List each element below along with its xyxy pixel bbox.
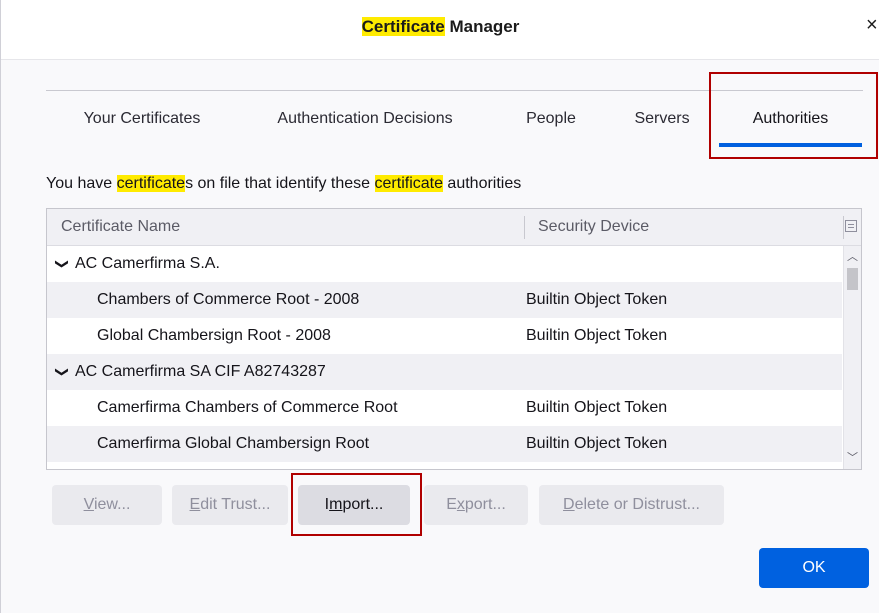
tab-authentication-decisions[interactable]: Authentication Decisions [259,91,471,144]
group-label: AC Camerfirma SA CIF A82743287 [75,363,326,380]
export-button[interactable]: Export... [424,485,528,525]
edit-trust-button[interactable]: Edit Trust... [172,485,288,525]
column-header-security-device[interactable]: Security Device [538,218,649,236]
group-label: AC Camerfirma S.A. [75,255,220,272]
column-divider[interactable] [524,216,525,239]
tree-child-row[interactable]: Global Chambersign Root - 2008 Builtin O… [47,318,842,354]
scroll-up-icon[interactable]: ︿ [844,248,861,266]
tree-header: Certificate Name Security Device [47,209,861,246]
column-divider[interactable] [843,216,844,239]
tree-child-row[interactable]: Camerfirma Global Chambersign Root Built… [47,426,842,462]
scroll-down-icon[interactable]: ﹀ [844,449,861,467]
tree-child-row[interactable]: Camerfirma Chambers of Commerce Root Bui… [47,390,842,426]
certificate-tree[interactable]: Certificate Name Security Device ❯ AC Cam… [46,208,862,470]
certificate-name: Camerfirma Chambers of Commerce Root [97,399,398,416]
description-highlight: certificate [116,175,186,192]
certificate-manager-dialog: Certificate Manager × Your Certificates … [0,0,879,613]
title-bar: Certificate Manager × [1,0,879,60]
tab-people[interactable]: People [520,91,582,144]
delete-or-distrust-button[interactable]: Delete or Distrust... [539,485,724,525]
description-part: You have [46,175,117,192]
tab-servers[interactable]: Servers [629,91,695,144]
close-icon[interactable]: × [866,14,879,36]
tab-your-certificates[interactable]: Your Certificates [73,91,211,144]
button-label: elete or Distrust... [574,496,700,513]
mnemonic: x [456,496,465,513]
button-label: iew... [93,496,131,513]
security-device: Builtin Object Token [526,291,668,308]
certificate-name: Global Chambersign Root - 2008 [97,327,331,344]
ok-button[interactable]: OK [759,548,869,588]
scrollbar-thumb[interactable] [847,268,858,290]
mnemonic: E [189,496,201,513]
title-text: Manager [444,17,520,36]
tree-child-row[interactable]: Chambers of Commerce Root - 2008 Builtin… [47,282,842,318]
description-part: s on file that identify these [185,175,375,192]
button-label: port... [464,496,506,513]
tree-group-row[interactable]: ❯ AC Camerfirma S.A. [47,246,842,282]
annotation-box-authorities [709,72,878,159]
column-header-certificate-name[interactable]: Certificate Name [61,218,180,236]
certificate-name: Camerfirma Global Chambersign Root [97,435,370,452]
mnemonic: D [563,496,575,513]
column-picker-icon[interactable] [845,220,857,232]
description-part: authorities [442,175,522,192]
certificate-name: Chambers of Commerce Root - 2008 [97,291,360,308]
annotation-box-import [291,473,422,536]
security-device: Builtin Object Token [526,435,668,452]
view-button[interactable]: View... [52,485,162,525]
description-text: You have certificates on file that ident… [46,175,521,193]
button-label: E [446,496,457,513]
chevron-down-icon[interactable]: ❯ [47,257,80,271]
tree-rows: ❯ AC Camerfirma S.A. Chambers of Commerce… [47,246,842,462]
tree-group-row[interactable]: ❯ AC Camerfirma SA CIF A82743287 [47,354,842,390]
title-highlight: Certificate [361,17,445,36]
description-highlight: certificate [374,175,443,192]
vertical-scrollbar[interactable]: ︿ ﹀ [843,246,861,469]
button-label: dit Trust... [200,496,271,513]
dialog-title: Certificate Manager [1,17,879,37]
security-device: Builtin Object Token [526,327,668,344]
chevron-down-icon[interactable]: ❯ [47,365,80,379]
security-device: Builtin Object Token [526,399,668,416]
mnemonic: V [83,496,94,513]
